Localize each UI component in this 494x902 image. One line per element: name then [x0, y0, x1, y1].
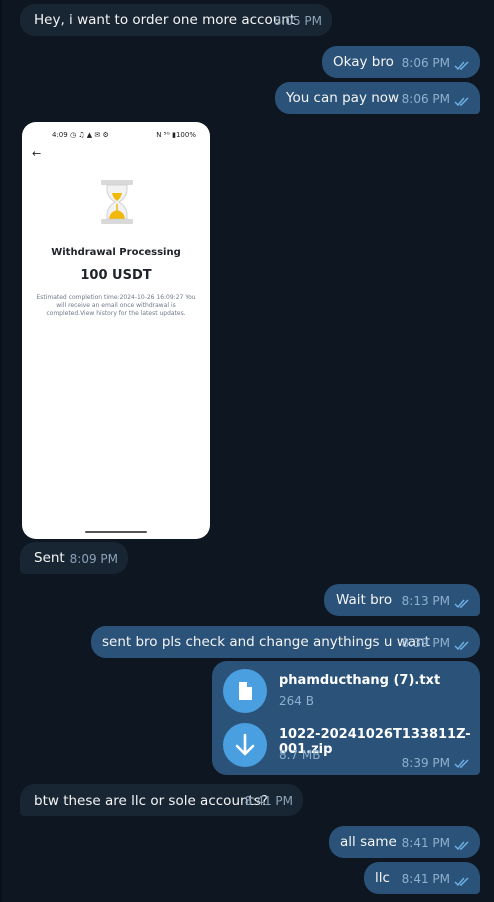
message-text: btw these are llc or sole accounts? [34, 793, 269, 809]
read-checkmarks-icon [454, 841, 469, 851]
message-text: all same [340, 834, 397, 850]
message-time: 8:41 PM [244, 794, 293, 808]
message-incoming[interactable]: btw these are llc or sole accounts? 8:41… [20, 784, 303, 816]
message-text: Hey, i want to order one more account [34, 12, 296, 28]
status-right: N ⁵ᴳ ▮100% [156, 131, 196, 139]
read-checkmarks-icon [454, 877, 469, 887]
message-time: 8:06 PM [401, 92, 450, 106]
read-checkmarks-icon [454, 759, 469, 769]
home-indicator [85, 531, 147, 533]
file-name: phamducthang (7).txt [279, 673, 441, 688]
message-outgoing[interactable]: Okay bro 8:06 PM [322, 46, 480, 78]
message-text: llc [375, 870, 390, 886]
file-size: 8.7 MB [279, 748, 321, 762]
message-outgoing[interactable]: all same 8:41 PM [329, 826, 480, 858]
photo-attachment[interactable]: 4:09 ◷ ♫ ▲ ✉ ⚙ N ⁵ᴳ ▮100% ← Withdrawal P… [22, 122, 210, 539]
message-text: Okay bro [333, 54, 394, 70]
hourglass-icon [101, 180, 133, 224]
message-text: Wait bro [336, 592, 393, 608]
read-checkmarks-icon [454, 61, 469, 71]
message-outgoing[interactable]: You can pay now 8:06 PM [275, 82, 480, 114]
message-time: 8:41 PM [401, 872, 450, 886]
message-time: 8:39 PM [401, 636, 450, 650]
message-time: 8:41 PM [401, 836, 450, 850]
file-item[interactable]: phamducthang (7).txt 264 B [223, 669, 473, 715]
message-time: 8:05 PM [273, 14, 322, 28]
withdrawal-note: Estimated completion time:2024-10-26 16:… [36, 294, 196, 317]
read-checkmarks-icon [454, 599, 469, 609]
message-incoming[interactable]: Sent 8:09 PM [20, 542, 128, 574]
file-attachments-message[interactable]: phamducthang (7).txt 264 B 1022-20241026… [212, 661, 480, 775]
withdrawal-title: Withdrawal Processing [51, 247, 181, 258]
message-time: 8:09 PM [69, 552, 118, 566]
file-size: 264 B [279, 694, 314, 708]
message-text: sent bro pls check and change anythings … [102, 634, 430, 650]
message-outgoing[interactable]: Wait bro 8:13 PM [324, 584, 480, 616]
withdrawal-amount: 100 USDT [80, 268, 152, 283]
message-incoming[interactable]: Hey, i want to order one more account 8:… [20, 4, 332, 36]
download-icon[interactable] [223, 723, 267, 767]
message-time: 8:13 PM [401, 594, 450, 608]
status-left: 4:09 ◷ ♫ ▲ ✉ ⚙ [52, 131, 109, 139]
message-time: 8:39 PM [401, 756, 450, 770]
message-time: 8:06 PM [401, 56, 450, 70]
back-arrow-icon: ← [32, 147, 42, 160]
message-outgoing[interactable]: sent bro pls check and change anythings … [91, 626, 480, 658]
document-icon[interactable] [223, 669, 267, 713]
read-checkmarks-icon [454, 641, 469, 651]
read-checkmarks-icon [454, 97, 469, 107]
message-outgoing[interactable]: llc 8:41 PM [364, 862, 480, 894]
window-edge [0, 0, 2, 902]
message-text: Sent [34, 550, 65, 566]
message-text: You can pay now [286, 90, 400, 106]
